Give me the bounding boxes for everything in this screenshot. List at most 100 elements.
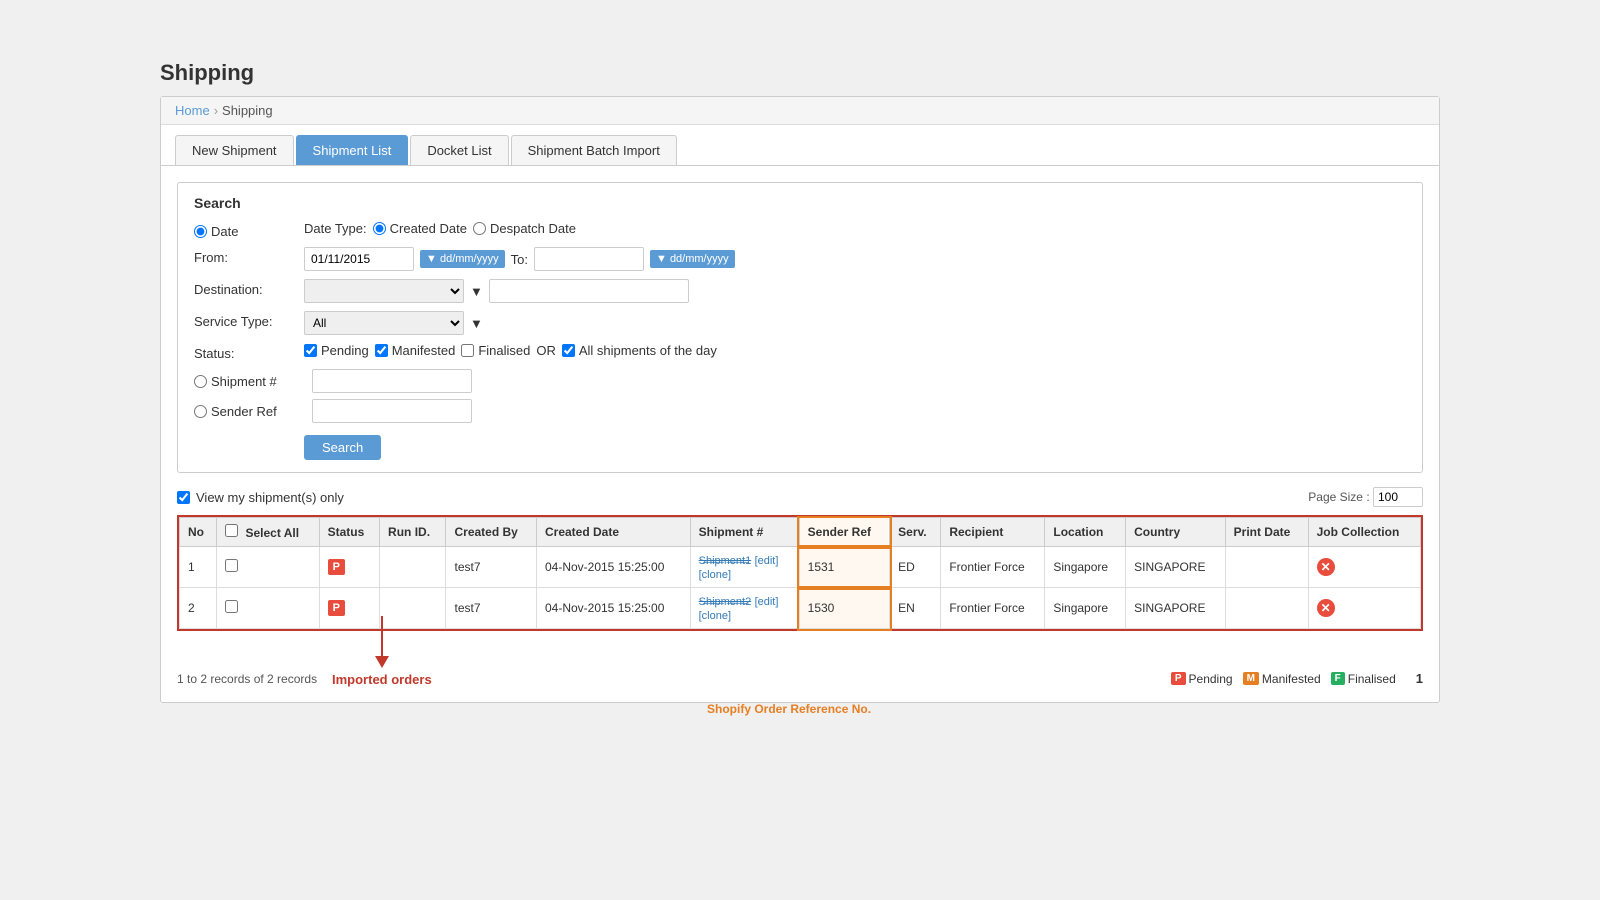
col-run-id: Run ID.	[380, 518, 446, 547]
shipment-link-1[interactable]: S̶h̶i̶p̶m̶e̶n̶t̶1	[699, 555, 752, 567]
status-manifested-item[interactable]: Manifested	[375, 343, 456, 358]
legend-finalised: F Finalised	[1331, 672, 1396, 686]
from-label: From:	[194, 247, 304, 265]
cell-no-2: 2	[180, 588, 217, 629]
status-manifested-checkbox[interactable]	[375, 344, 388, 357]
row-checkbox-1[interactable]	[225, 559, 238, 572]
cell-checkbox-1[interactable]	[217, 547, 319, 588]
shipment-hash-row: Shipment #	[194, 369, 1406, 393]
status-all-day-item[interactable]: All shipments of the day	[562, 343, 717, 358]
view-my-shipments-checkbox[interactable]	[177, 491, 190, 504]
col-status: Status	[319, 518, 379, 547]
sender-ref-input[interactable]	[312, 399, 472, 423]
select-all-checkbox[interactable]	[225, 524, 238, 537]
cell-sender-ref-1: 1531	[799, 547, 890, 588]
search-date-row: Date Date Type: Created Date Despatch Da…	[194, 221, 1406, 239]
status-pending-checkbox[interactable]	[304, 344, 317, 357]
sender-ref-label: Sender Ref	[211, 404, 277, 419]
page-number: 1	[1416, 671, 1423, 686]
col-sender-ref: Sender Ref	[799, 518, 890, 547]
search-btn-row: Search	[304, 431, 1406, 460]
remove-btn-2[interactable]: ✕	[1317, 599, 1335, 617]
despatch-date-radio[interactable]	[473, 222, 486, 235]
breadcrumb: Home › Shipping	[161, 97, 1439, 125]
despatch-date-radio-item[interactable]: Despatch Date	[473, 221, 576, 236]
status-badge-2: P	[328, 600, 345, 616]
legend-f-badge: F	[1331, 672, 1345, 685]
tab-bar: New Shipment Shipment List Docket List S…	[161, 125, 1439, 166]
date-type-label: Date Type:	[304, 221, 367, 236]
cell-location-2: Singapore	[1045, 588, 1126, 629]
destination-text-input[interactable]	[489, 279, 689, 303]
created-date-label: Created Date	[390, 221, 467, 236]
shipment-link-2[interactable]: S̶h̶i̶p̶m̶e̶n̶t̶2	[699, 596, 752, 608]
status-all-day-checkbox[interactable]	[562, 344, 575, 357]
table-header-row: No Select All Status Run ID. Created By …	[180, 518, 1421, 547]
tab-new-shipment[interactable]: New Shipment	[175, 135, 294, 165]
cell-sender-ref-2: 1530	[799, 588, 890, 629]
from-date-format-btn[interactable]: ▼ dd/mm/yyyy	[420, 250, 505, 268]
date-radio[interactable]	[194, 225, 207, 238]
cell-location-1: Singapore	[1045, 547, 1126, 588]
service-type-select[interactable]: All	[304, 311, 464, 335]
shipment-edit-2[interactable]: [edit]	[755, 596, 779, 608]
service-type-label: Service Type:	[194, 311, 304, 329]
legend: P Pending M Manifested F Finalised	[1171, 672, 1396, 686]
destination-controls: ▼	[304, 279, 689, 303]
cell-checkbox-2[interactable]	[217, 588, 319, 629]
cell-recipient-2: Frontier Force	[941, 588, 1045, 629]
shipment-hash-radio[interactable]	[194, 375, 207, 388]
from-date-input[interactable]	[304, 247, 414, 271]
tab-shipment-batch-import[interactable]: Shipment Batch Import	[511, 135, 677, 165]
status-finalised-checkbox[interactable]	[461, 344, 474, 357]
shipment-edit-1[interactable]: [edit]	[755, 555, 779, 567]
shipment-clone-2[interactable]: [clone]	[699, 610, 731, 622]
cell-status-1: P	[319, 547, 379, 588]
status-or: OR	[536, 343, 556, 358]
destination-row: Destination: ▼	[194, 279, 1406, 303]
sender-ref-radio[interactable]	[194, 405, 207, 418]
shipment-clone-1[interactable]: [clone]	[699, 569, 731, 581]
col-no: No	[180, 518, 217, 547]
cell-serv-1: ED	[890, 547, 941, 588]
col-shipment-num: Shipment #	[690, 518, 799, 547]
created-date-radio[interactable]	[373, 222, 386, 235]
sender-ref-radio-item[interactable]: Sender Ref	[194, 404, 304, 419]
content-area: Search Date Date Type: Created Date	[161, 166, 1439, 702]
breadcrumb-shipping: Shipping	[222, 103, 273, 118]
status-finalised-item[interactable]: Finalised	[461, 343, 530, 358]
row-checkbox-2[interactable]	[225, 600, 238, 613]
page-wrapper: Shipping Home › Shipping New Shipment Sh…	[0, 0, 1600, 763]
col-created-by: Created By	[446, 518, 537, 547]
to-date-input[interactable]	[534, 247, 644, 271]
created-date-radio-item[interactable]: Created Date	[373, 221, 467, 236]
shopify-annotation: Shopify Order Reference No.	[707, 701, 871, 716]
status-label: Status:	[194, 343, 304, 361]
cell-job-collection-1[interactable]: ✕	[1308, 547, 1420, 588]
breadcrumb-home[interactable]: Home	[175, 103, 210, 118]
status-pending-item[interactable]: Pending	[304, 343, 369, 358]
date-radio-item[interactable]: Date	[194, 224, 304, 239]
legend-m-badge: M	[1243, 672, 1259, 685]
col-select-all[interactable]: Select All	[217, 518, 319, 547]
cell-recipient-1: Frontier Force	[941, 547, 1045, 588]
status-finalised-label: Finalised	[478, 343, 530, 358]
tab-docket-list[interactable]: Docket List	[410, 135, 508, 165]
status-pending-label: Pending	[321, 343, 369, 358]
arrow-line	[381, 616, 383, 656]
legend-manifested-label: Manifested	[1262, 672, 1321, 686]
shipment-hash-radio-item[interactable]: Shipment #	[194, 374, 304, 389]
view-my-shipments-label: View my shipment(s) only	[196, 490, 344, 505]
page-size-input[interactable]	[1373, 487, 1423, 507]
tab-shipment-list[interactable]: Shipment List	[296, 135, 409, 165]
shipment-hash-input[interactable]	[312, 369, 472, 393]
cell-job-collection-2[interactable]: ✕	[1308, 588, 1420, 629]
remove-btn-1[interactable]: ✕	[1317, 558, 1335, 576]
to-date-format-btn[interactable]: ▼ dd/mm/yyyy	[650, 250, 735, 268]
search-button[interactable]: Search	[304, 435, 381, 460]
cell-country-2: SINGAPORE	[1126, 588, 1226, 629]
date-radio-label: Date	[194, 221, 304, 239]
records-text: 1 to 2 records of 2 records	[177, 672, 317, 686]
toolbar-left: View my shipment(s) only	[177, 490, 344, 505]
destination-select[interactable]	[304, 279, 464, 303]
